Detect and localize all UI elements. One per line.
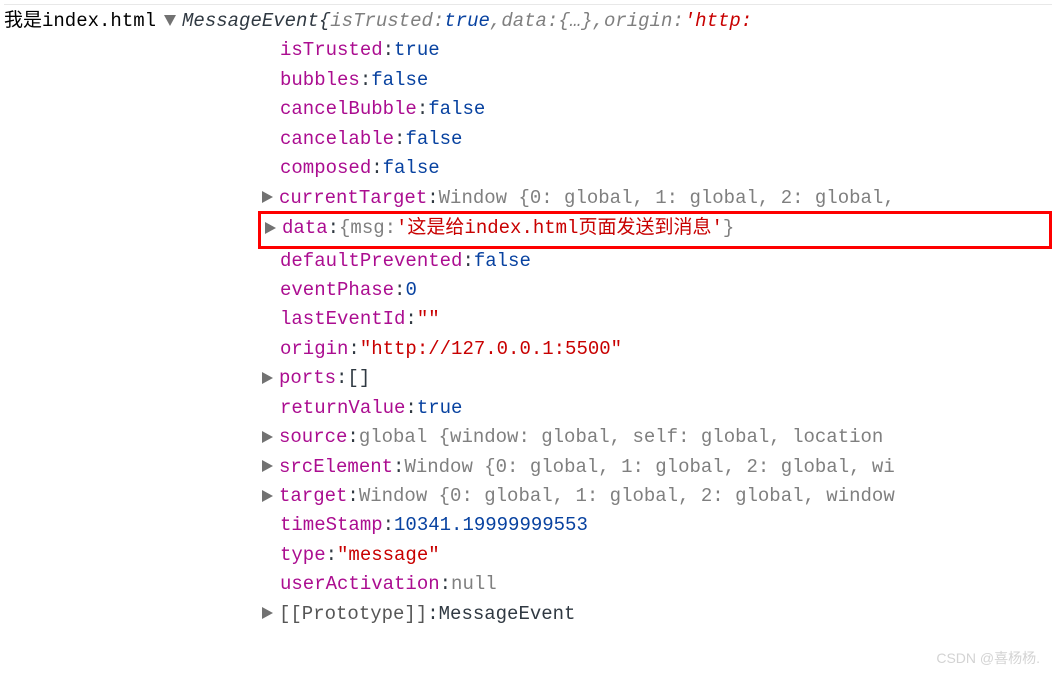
- property-key: defaultPrevented: [280, 247, 462, 276]
- property-row[interactable]: defaultPrevented: false: [262, 247, 1052, 276]
- property-value: false: [474, 247, 531, 276]
- property-row[interactable]: origin: "http://127.0.0.1:5500": [262, 335, 1052, 364]
- property-value: false: [383, 154, 440, 183]
- property-key: currentTarget: [279, 184, 427, 213]
- property-row[interactable]: cancelable: false: [262, 125, 1052, 154]
- property-value: 0: [405, 276, 416, 305]
- property-key: type: [280, 541, 326, 570]
- property-key: bubbles: [280, 66, 360, 95]
- property-row[interactable]: eventPhase: 0: [262, 276, 1052, 305]
- property-value: 10341.19999999553: [394, 511, 588, 540]
- property-value: false: [371, 66, 428, 95]
- property-value: "http://127.0.0.1:5500": [360, 335, 622, 364]
- class-name: MessageEvent: [182, 7, 319, 36]
- property-row[interactable]: bubbles: false: [262, 66, 1052, 95]
- property-value: "": [417, 305, 440, 334]
- property-key: returnValue: [280, 394, 405, 423]
- property-row[interactable]: cancelBubble: false: [262, 95, 1052, 124]
- summary-prop-val: true: [444, 7, 490, 36]
- property-key: composed: [280, 154, 371, 183]
- property-value: global {window: global, self: global, lo…: [359, 423, 884, 452]
- property-row[interactable]: lastEventId: "": [262, 305, 1052, 334]
- property-key: srcElement: [279, 453, 393, 482]
- property-value: Window {0: global, 1: global, 2: global,…: [359, 482, 895, 511]
- property-row[interactable]: userActivation: null: [262, 570, 1052, 599]
- console-log-line: 我是index.html MessageEvent { isTrusted: t…: [4, 4, 1052, 36]
- property-value: '这是给index.html页面发送到消息': [396, 214, 723, 243]
- property-value: true: [394, 36, 440, 65]
- property-value: true: [417, 394, 463, 423]
- expand-toggle-icon[interactable]: [262, 607, 273, 619]
- property-row[interactable]: [[Prototype]]: MessageEvent: [262, 600, 1052, 629]
- summary-prop-val: {…}: [558, 7, 592, 36]
- property-key: target: [279, 482, 347, 511]
- expand-toggle-icon[interactable]: [265, 222, 276, 234]
- property-value: []: [347, 364, 370, 393]
- property-row[interactable]: isTrusted: true: [262, 36, 1052, 65]
- log-source-label: 我是index.html: [4, 7, 164, 36]
- property-row[interactable]: timeStamp: 10341.19999999553: [262, 511, 1052, 540]
- property-key: eventPhase: [280, 276, 394, 305]
- expand-toggle-icon[interactable]: [262, 431, 273, 443]
- property-row-highlighted[interactable]: data: {msg: '这是给index.html页面发送到消息'}: [258, 211, 1052, 248]
- property-row[interactable]: ports: []: [262, 364, 1052, 393]
- property-value: null: [451, 570, 497, 599]
- property-row[interactable]: returnValue: true: [262, 394, 1052, 423]
- object-summary[interactable]: MessageEvent { isTrusted: true, data: {……: [164, 7, 752, 36]
- property-key: userActivation: [280, 570, 440, 599]
- property-row[interactable]: source: global {window: global, self: gl…: [262, 423, 1052, 452]
- summary-prop-val: 'http:: [684, 7, 752, 36]
- brace: {msg:: [339, 214, 396, 243]
- property-key: data: [282, 214, 328, 243]
- property-value: "message": [337, 541, 440, 570]
- property-key: isTrusted: [280, 36, 383, 65]
- expand-toggle-icon[interactable]: [164, 15, 176, 26]
- expand-toggle-icon[interactable]: [262, 372, 273, 384]
- property-key: lastEventId: [280, 305, 405, 334]
- watermark: CSDN @喜杨杨.: [936, 648, 1040, 670]
- property-value: MessageEvent: [439, 600, 576, 629]
- property-value: false: [405, 125, 462, 154]
- property-row[interactable]: target: Window {0: global, 1: global, 2:…: [262, 482, 1052, 511]
- expand-toggle-icon[interactable]: [262, 460, 273, 472]
- expand-toggle-icon[interactable]: [262, 191, 273, 203]
- property-row[interactable]: srcElement: Window {0: global, 1: global…: [262, 453, 1052, 482]
- property-row[interactable]: type: "message": [262, 541, 1052, 570]
- property-key: timeStamp: [280, 511, 383, 540]
- property-value: false: [428, 95, 485, 124]
- summary-prop-key: origin: [604, 7, 672, 36]
- property-key: cancelBubble: [280, 95, 417, 124]
- summary-prop-key: data: [501, 7, 547, 36]
- object-properties: isTrusted: true bubbles: false cancelBub…: [4, 36, 1052, 629]
- property-value: Window {0: global, 1: global, 2: global,…: [404, 453, 894, 482]
- property-row[interactable]: currentTarget: Window {0: global, 1: glo…: [262, 184, 1052, 213]
- property-value: Window {0: global, 1: global, 2: global,: [439, 184, 895, 213]
- property-key: [[Prototype]]: [279, 600, 427, 629]
- expand-toggle-icon[interactable]: [262, 490, 273, 502]
- property-key: ports: [279, 364, 336, 393]
- summary-prop-key: isTrusted: [330, 7, 433, 36]
- property-key: cancelable: [280, 125, 394, 154]
- brace-open: {: [319, 7, 330, 36]
- property-key: origin: [280, 335, 348, 364]
- property-key: source: [279, 423, 347, 452]
- property-row[interactable]: composed: false: [262, 154, 1052, 183]
- brace: }: [723, 214, 734, 243]
